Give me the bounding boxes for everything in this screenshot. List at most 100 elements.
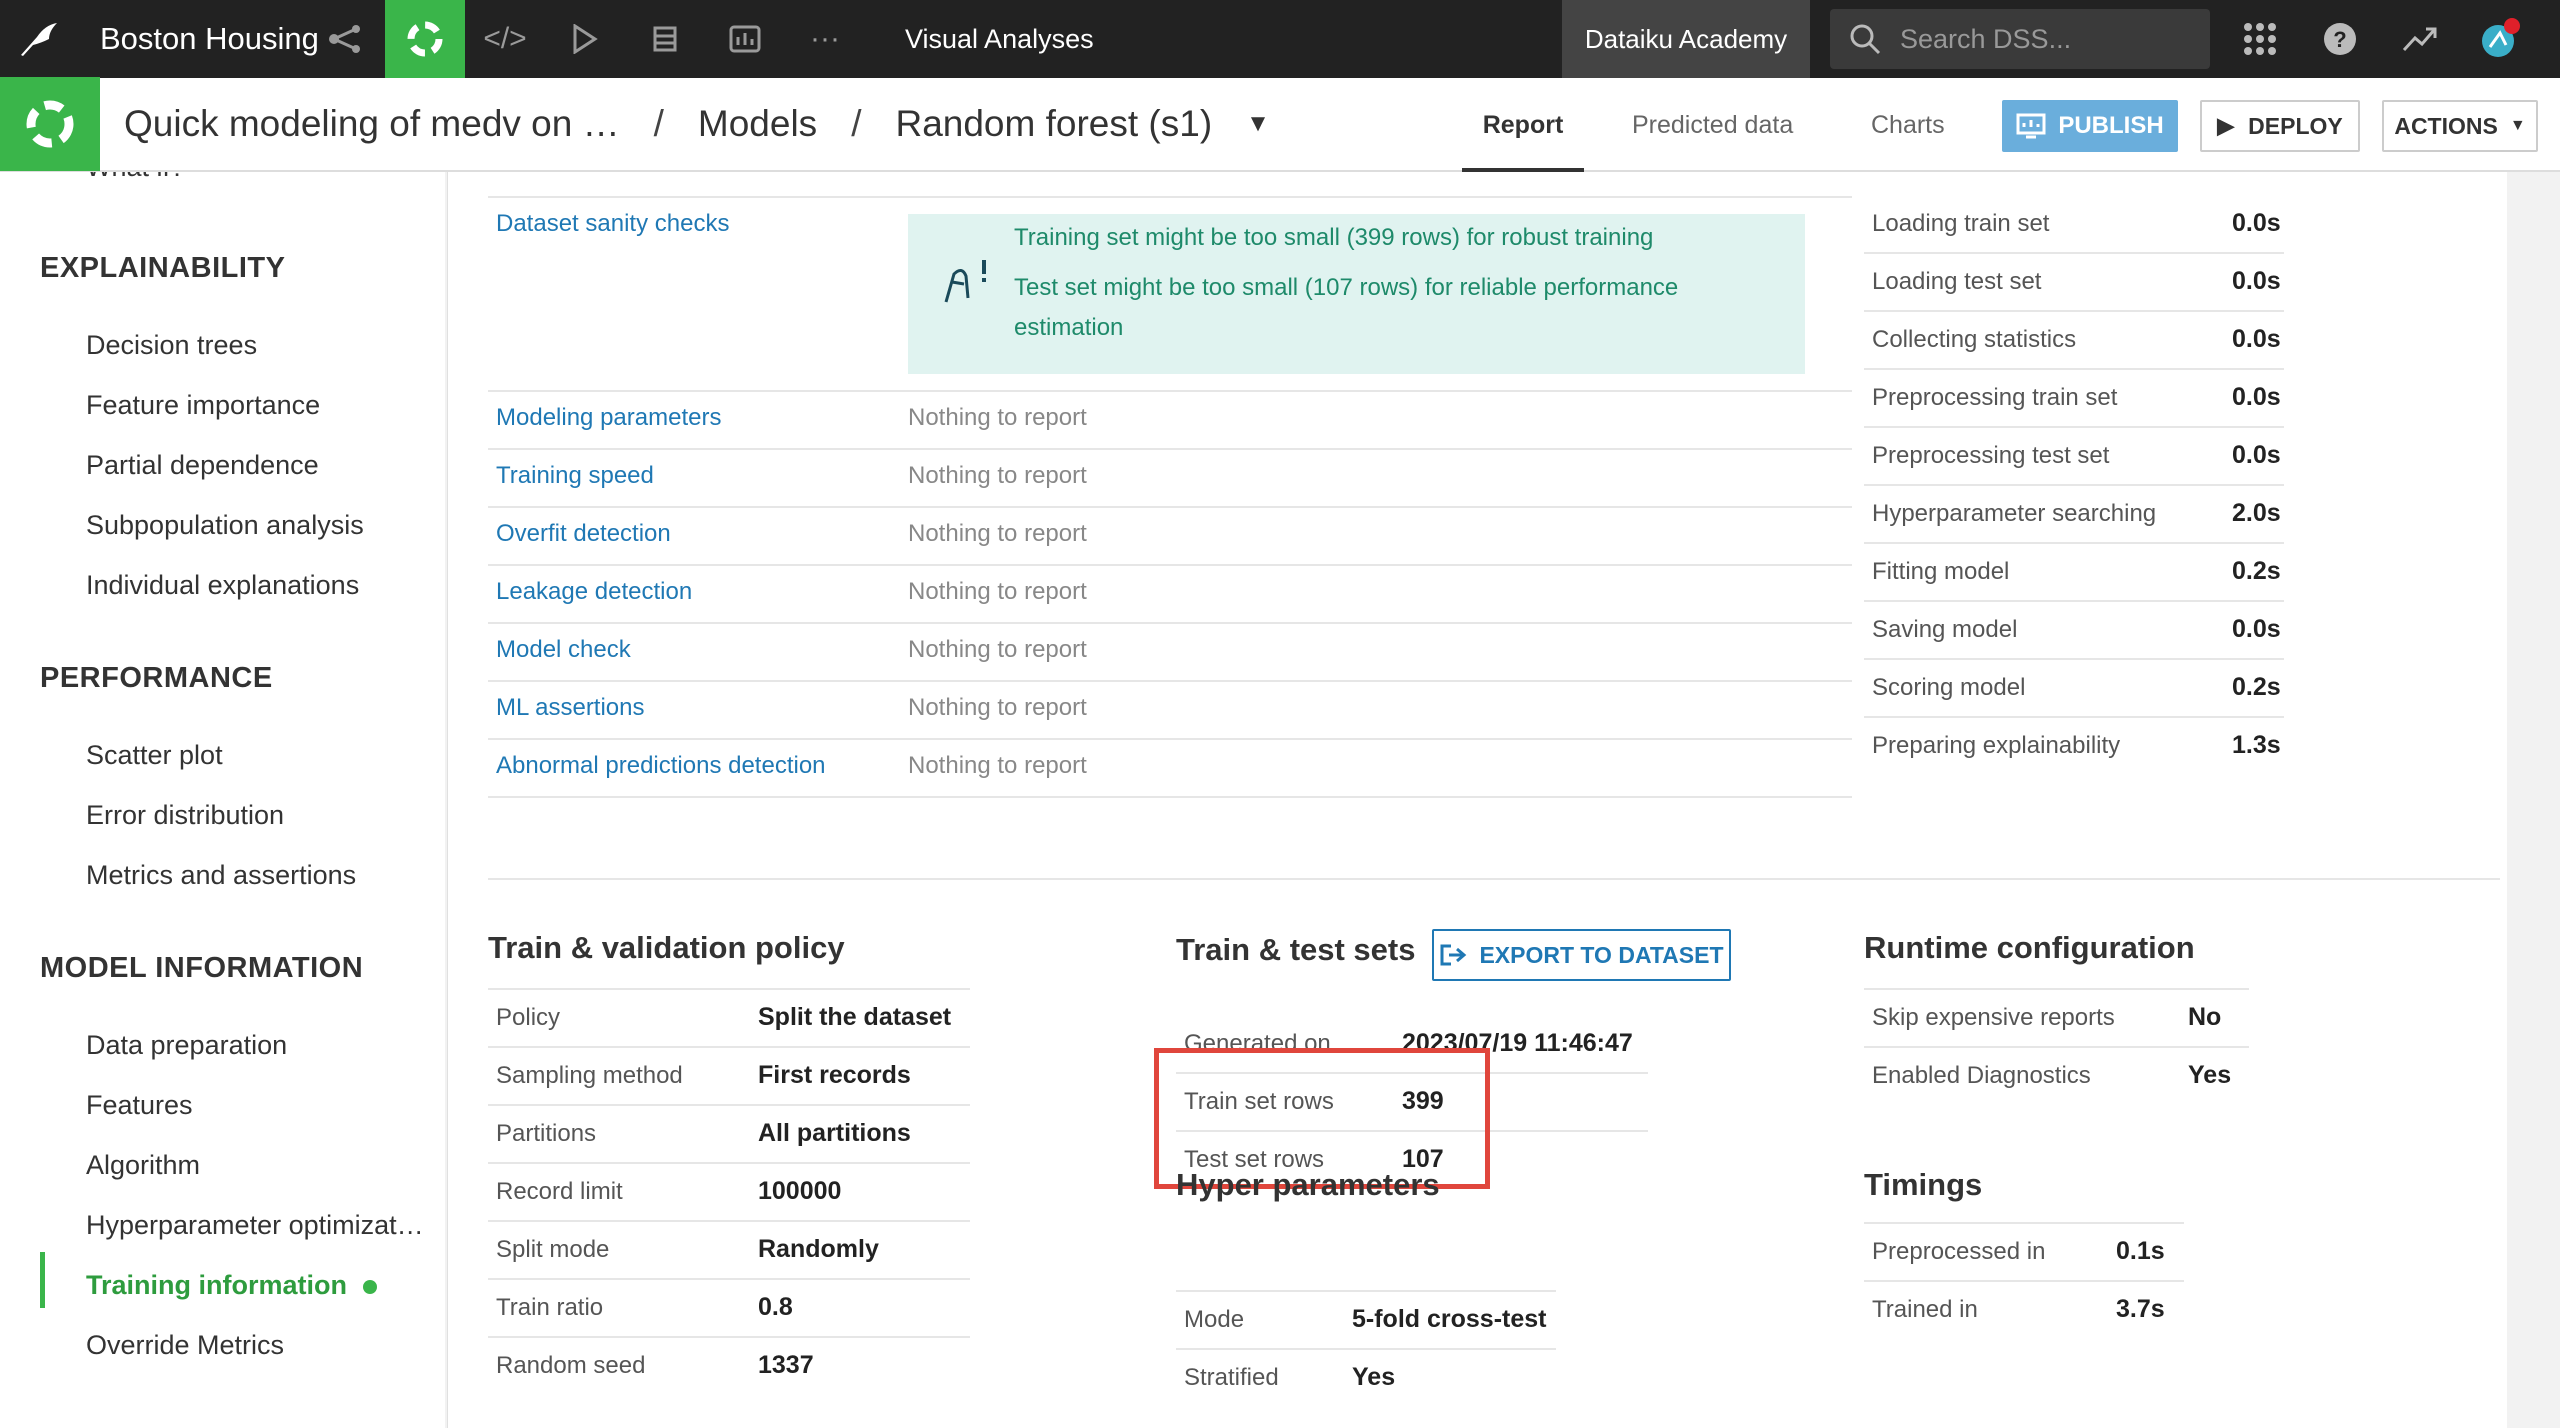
caret-down-icon[interactable]: ▼ xyxy=(1246,110,1270,138)
user-avatar-icon[interactable] xyxy=(2470,0,2530,78)
sidebar-item-error-distribution[interactable]: Error distribution xyxy=(86,800,284,831)
kv-value: 3.7s xyxy=(2116,1295,2165,1323)
instance-name[interactable]: Dataiku Academy xyxy=(1562,0,1810,78)
lab-logo-icon xyxy=(0,77,100,171)
sidebar-item-training-information[interactable]: Training information xyxy=(86,1270,377,1301)
kv-value: 1.3s xyxy=(2232,731,2281,759)
notebook-icon[interactable] xyxy=(625,0,705,78)
breadcrumb-separator: / xyxy=(851,103,862,144)
export-label: EXPORT TO DATASET xyxy=(1479,941,1724,968)
actions-button[interactable]: ACTIONS ▼ xyxy=(2382,100,2538,152)
diag-link-modeling-parameters[interactable]: Modeling parameters xyxy=(496,404,721,432)
sidebar-item-algorithm[interactable]: Algorithm xyxy=(86,1150,200,1181)
policy-title: Train & validation policy xyxy=(488,930,845,965)
sidebar-item-hyperparameter-optimization[interactable]: Hyperparameter optimizat… xyxy=(86,1210,424,1241)
divider xyxy=(488,196,1852,198)
sidebar-item-subpopulation-analysis[interactable]: Subpopulation analysis xyxy=(86,510,364,541)
search-input[interactable]: Search DSS... xyxy=(1830,9,2210,69)
sidebar-item-individual-explanations[interactable]: Individual explanations xyxy=(86,570,359,601)
row-divider xyxy=(1864,310,2284,312)
tab-predicted-data[interactable]: Predicted data xyxy=(1632,78,1793,172)
export-to-dataset-button[interactable]: EXPORT TO DATASET xyxy=(1432,929,1731,981)
kv-value: 0.0s xyxy=(2232,441,2281,469)
diag-link-dataset-sanity-checks[interactable]: Dataset sanity checks xyxy=(496,210,729,238)
row-divider xyxy=(488,1162,970,1164)
diag-link-abnormal-predictions-detection[interactable]: Abnormal predictions detection xyxy=(496,752,826,780)
warning-icon xyxy=(944,260,986,303)
kv-value: 0.0s xyxy=(2232,209,2281,237)
tab-report[interactable]: Report xyxy=(1462,78,1584,172)
kv-key: Train ratio xyxy=(496,1294,604,1321)
divider xyxy=(488,564,1852,566)
kv-value: 0.1s xyxy=(2116,1237,2165,1265)
caret-down-icon: ▼ xyxy=(2509,117,2526,134)
diag-link-model-check[interactable]: Model check xyxy=(496,636,631,664)
report-content-area: Dataset sanity checks Training set might… xyxy=(445,172,2560,1428)
kv-key: Mode xyxy=(1184,1306,1245,1333)
kv-key: Preparing explainability xyxy=(1872,732,2121,759)
hyper-title: Hyper parameters xyxy=(1176,1167,1440,1202)
flow-icon[interactable] xyxy=(305,0,385,78)
deploy-button[interactable]: ▶ DEPLOY xyxy=(2200,100,2360,152)
timings-title: Timings xyxy=(1864,1167,1983,1202)
current-view-title: Visual Analyses xyxy=(905,23,1094,54)
lab-icon[interactable] xyxy=(385,0,465,78)
kv-value: Randomly xyxy=(758,1235,879,1263)
diag-link-training-speed[interactable]: Training speed xyxy=(496,462,654,490)
alert-line: Test set might be too small (107 rows) f… xyxy=(1014,274,1679,301)
breadcrumb-analysis[interactable]: Quick modeling of medv on … xyxy=(124,103,620,145)
sidebar-item-what-if[interactable]: What if? xyxy=(86,172,185,183)
search-icon xyxy=(1850,24,1881,55)
tab-charts[interactable]: Charts xyxy=(1871,78,1945,172)
sidebar-item-feature-importance[interactable]: Feature importance xyxy=(86,390,320,421)
diag-link-ml-assertions[interactable]: ML assertions xyxy=(496,694,645,722)
diag-link-overfit-detection[interactable]: Overfit detection xyxy=(496,520,671,548)
activity-trend-icon[interactable] xyxy=(2390,0,2450,78)
breadcrumb-model[interactable]: Random forest (s1) xyxy=(895,103,1212,145)
kv-key: Enabled Diagnostics xyxy=(1872,1062,2091,1089)
sidebar-item-partial-dependence[interactable]: Partial dependence xyxy=(86,450,319,481)
sidebar-item-features[interactable]: Features xyxy=(86,1090,193,1121)
diag-link-leakage-detection[interactable]: Leakage detection xyxy=(496,578,692,606)
kv-value: Yes xyxy=(1352,1363,1396,1391)
row-divider xyxy=(1864,658,2284,660)
breadcrumb-models[interactable]: Models xyxy=(698,103,817,145)
row-divider xyxy=(488,1046,970,1048)
row-divider xyxy=(1864,542,2284,544)
dashboard-icon[interactable] xyxy=(705,0,785,78)
runtime-title: Runtime configuration xyxy=(1864,930,2195,965)
kv-value: All partitions xyxy=(758,1119,911,1147)
publish-label: PUBLISH xyxy=(2058,112,2164,139)
divider xyxy=(488,622,1852,624)
kv-value: 5-fold cross-test xyxy=(1352,1305,1547,1333)
diag-status: Nothing to report xyxy=(908,462,1087,489)
divider xyxy=(488,738,1852,740)
kv-key: Random seed xyxy=(496,1352,646,1379)
kv-key: Loading test set xyxy=(1872,268,2042,295)
sidebar-item-scatter-plot[interactable]: Scatter plot xyxy=(86,740,223,771)
help-icon[interactable]: ? xyxy=(2310,0,2370,78)
sidebar-item-metrics-and-assertions[interactable]: Metrics and assertions xyxy=(86,860,356,891)
kv-value: 0.0s xyxy=(2232,325,2281,353)
kv-key: Collecting statistics xyxy=(1872,326,2077,353)
kv-key: Sampling method xyxy=(496,1062,683,1089)
apps-grid-icon[interactable] xyxy=(2230,0,2290,78)
sidebar-item-label: Training information xyxy=(86,1270,347,1300)
row-divider xyxy=(1176,1290,1556,1292)
section-performance: PERFORMANCE xyxy=(40,662,273,694)
more-icon[interactable]: ··· xyxy=(785,0,865,78)
dataiku-bird-logo-icon[interactable] xyxy=(0,0,78,78)
section-model-information: MODEL INFORMATION xyxy=(40,952,364,984)
publish-button[interactable]: PUBLISH xyxy=(2002,100,2178,152)
breadcrumb: Quick modeling of medv on … / Models / R… xyxy=(124,103,1270,145)
search-placeholder: Search DSS... xyxy=(1900,23,2072,54)
row-divider xyxy=(1864,716,2284,718)
code-icon[interactable]: </> xyxy=(465,0,545,78)
kv-key: Skip expensive reports xyxy=(1872,1004,2115,1031)
sidebar-item-override-metrics[interactable]: Override Metrics xyxy=(86,1330,284,1361)
alert-line: estimation xyxy=(1014,314,1124,341)
sidebar-item-decision-trees[interactable]: Decision trees xyxy=(86,330,257,361)
sidebar-item-data-preparation[interactable]: Data preparation xyxy=(86,1030,287,1061)
kv-key: Trained in xyxy=(1872,1296,1978,1323)
run-icon[interactable] xyxy=(545,0,625,78)
